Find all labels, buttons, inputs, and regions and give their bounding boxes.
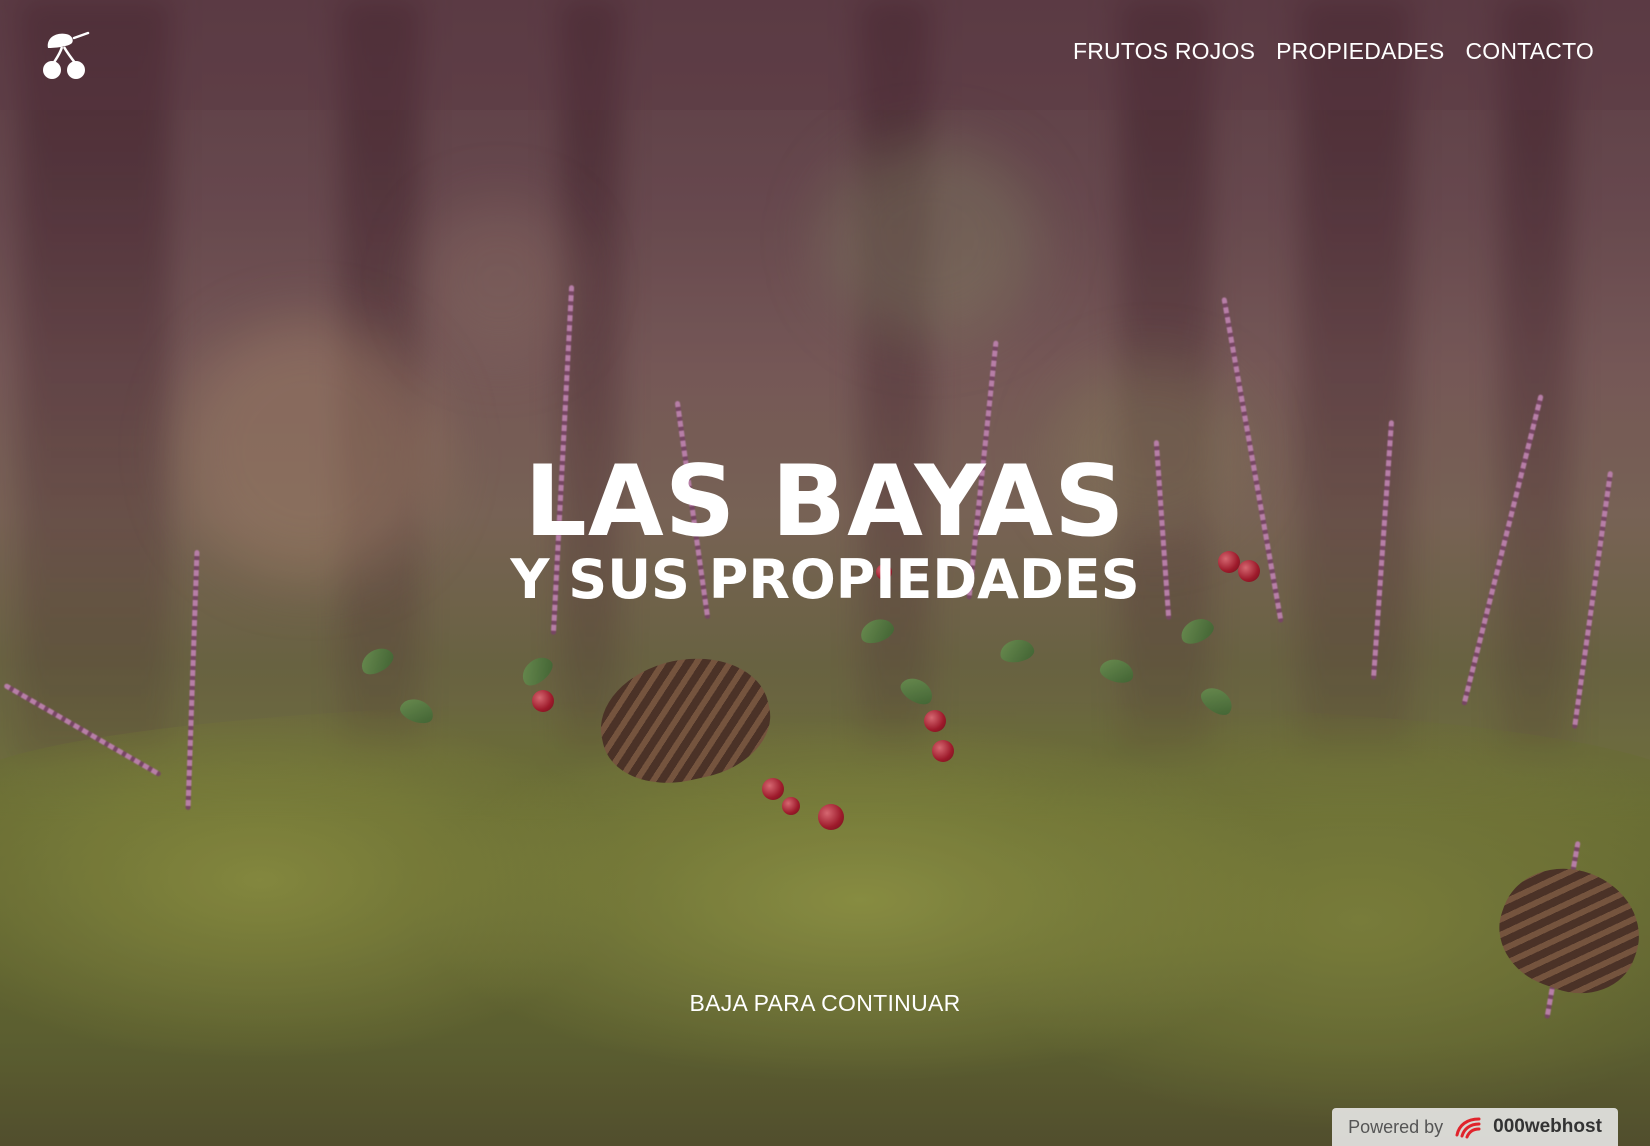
hero-title: LAS BAYAS xyxy=(524,445,1126,559)
site-header: FRUTOS ROJOS PROPIEDADES CONTACTO xyxy=(0,0,1650,110)
main-nav: FRUTOS ROJOS PROPIEDADES CONTACTO xyxy=(1073,38,1594,65)
hero-section: FRUTOS ROJOS PROPIEDADES CONTACTO LAS BA… xyxy=(0,0,1650,1146)
nav-item-propiedades[interactable]: PROPIEDADES xyxy=(1276,38,1444,65)
scroll-down-hint[interactable]: BAJA PARA CONTINUAR xyxy=(0,990,1650,1017)
hero-subtitle: Y SUS PROPIEDADES xyxy=(510,548,1140,611)
powered-by-badge[interactable]: Powered by 000webhost xyxy=(1332,1108,1618,1146)
powered-by-label: Powered by xyxy=(1348,1116,1444,1137)
nav-item-frutos-rojos[interactable]: FRUTOS ROJOS xyxy=(1073,38,1255,65)
nav-item-contacto[interactable]: CONTACTO xyxy=(1465,38,1594,65)
hero-title-block: LAS BAYAS Y SUS PROPIEDADES xyxy=(0,450,1650,610)
webhost-logo-icon xyxy=(1453,1115,1483,1139)
webhost-brand-name: 000webhost xyxy=(1493,1116,1602,1137)
cherries-icon[interactable] xyxy=(40,28,94,80)
